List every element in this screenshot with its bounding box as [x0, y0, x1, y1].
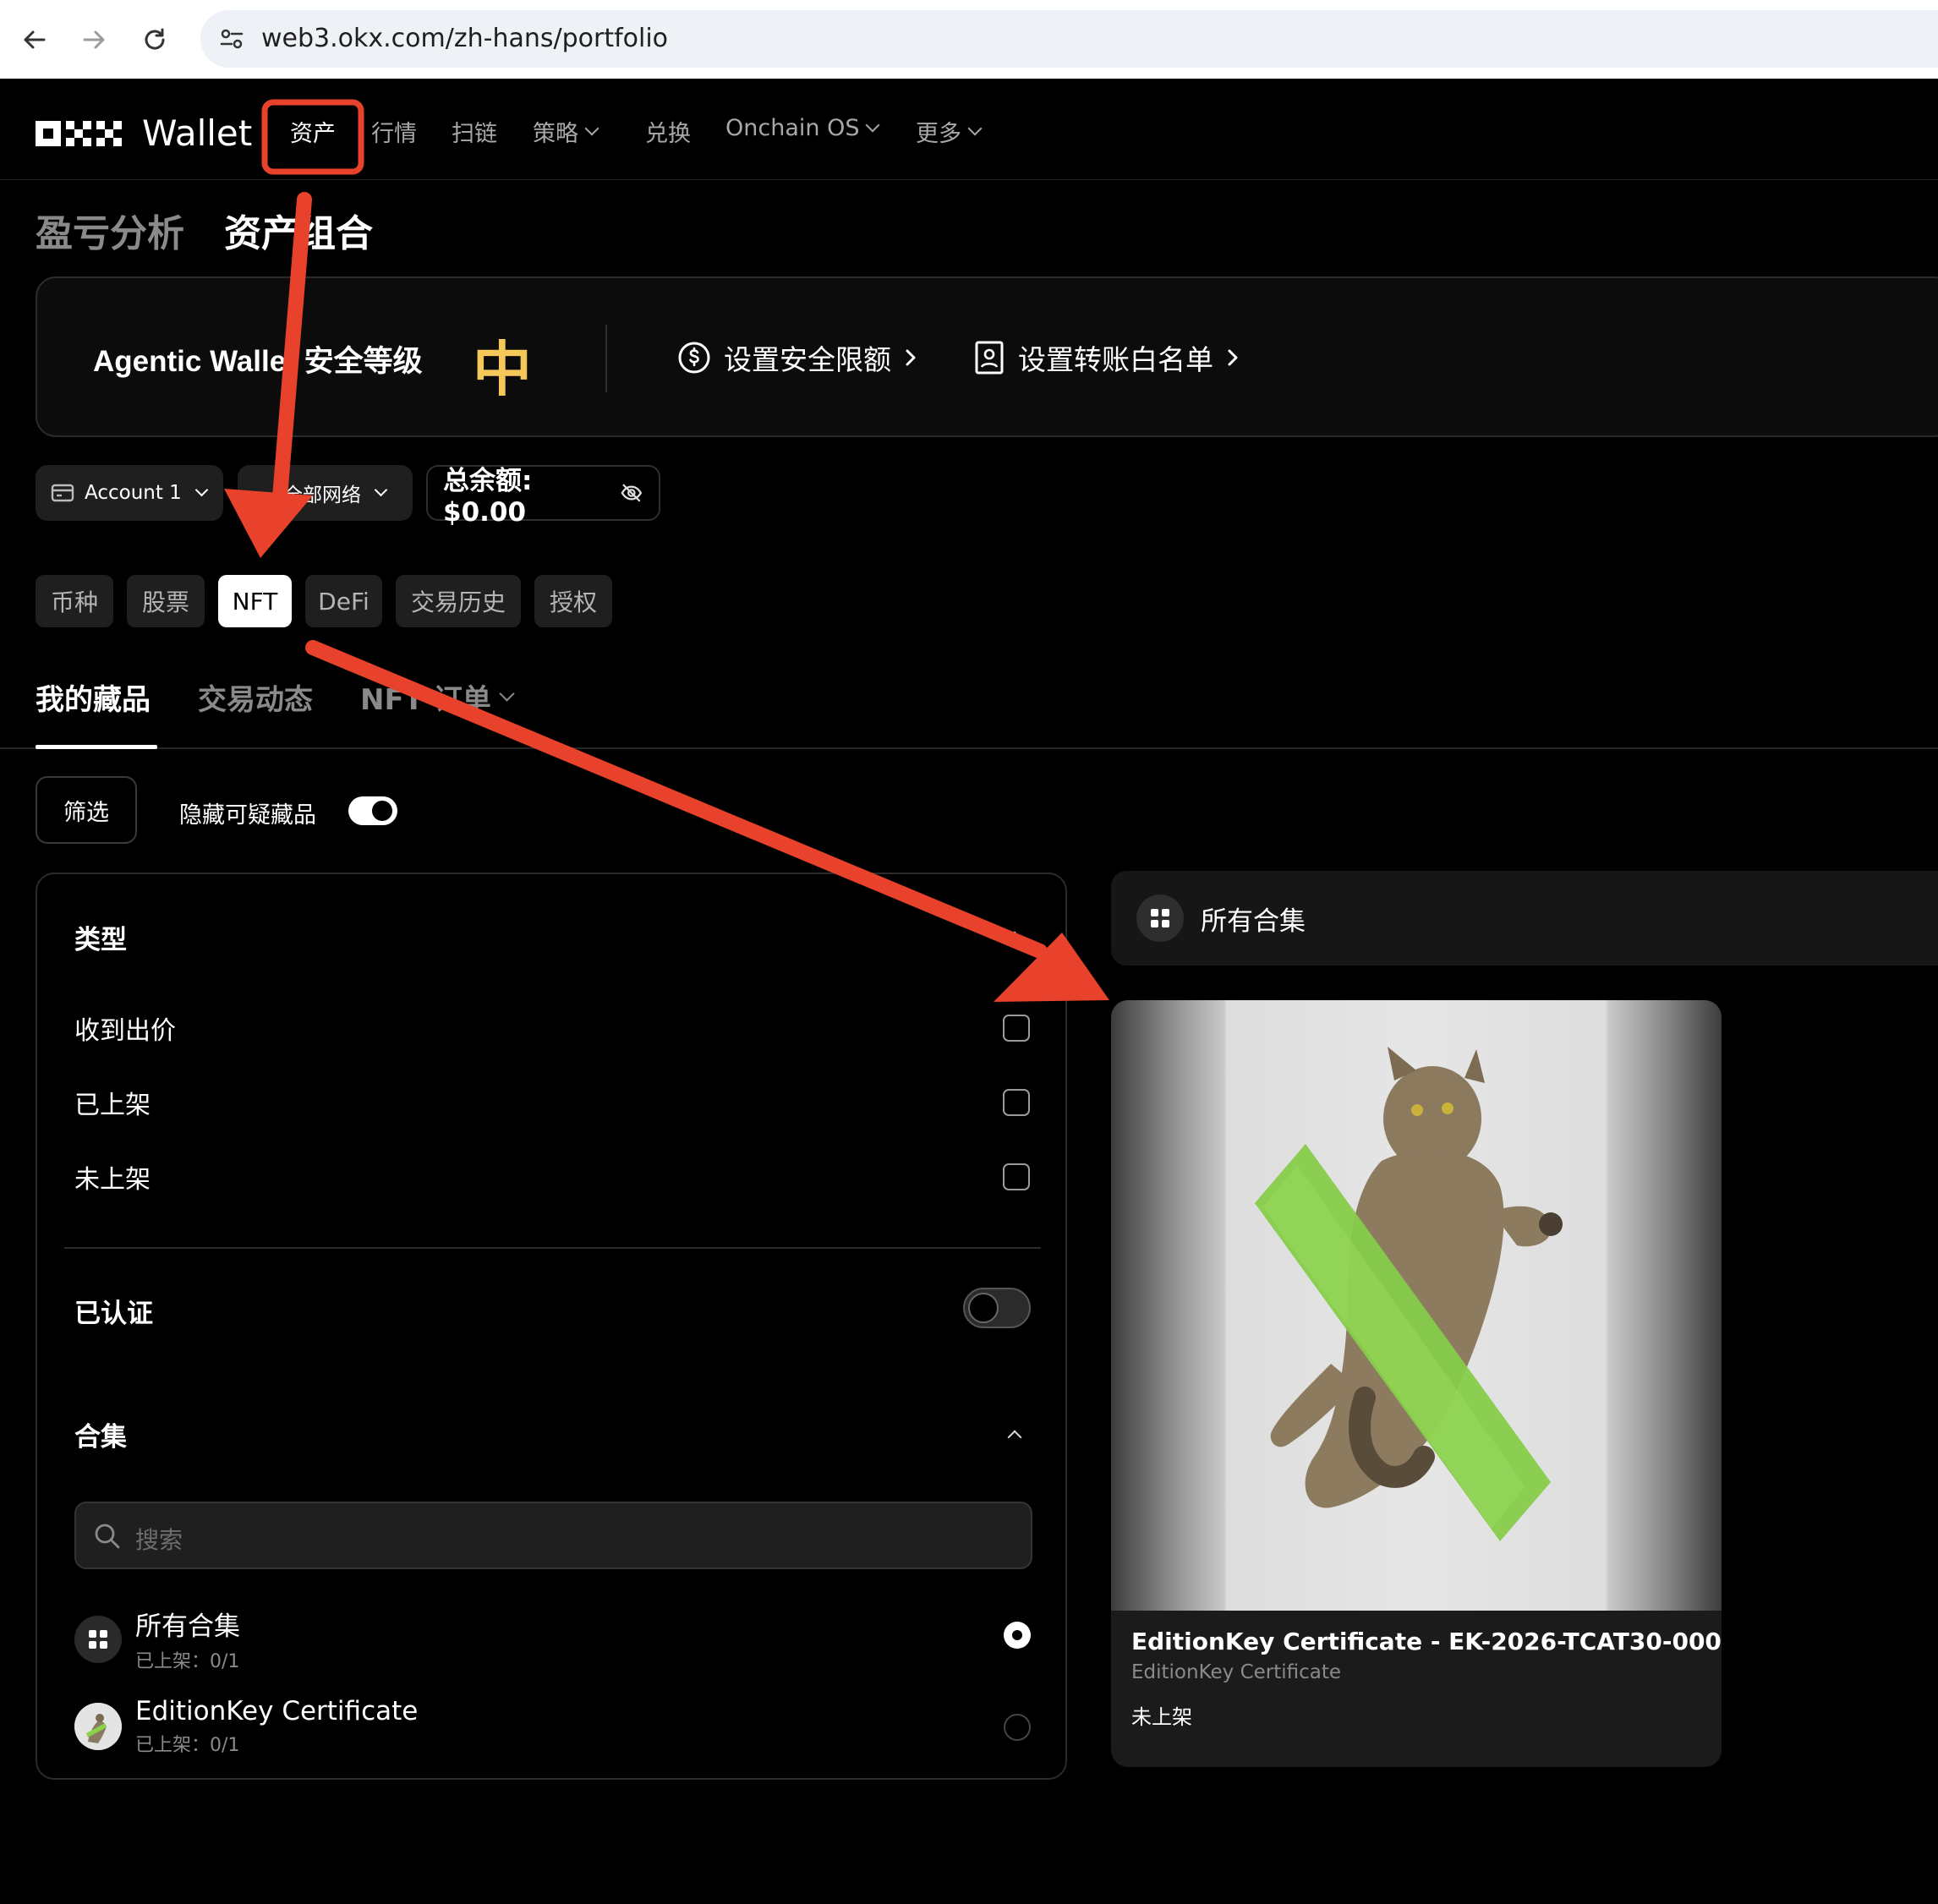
cat-taped-image — [1255, 1047, 1563, 1541]
url-text: web3.okx.com/zh-hans/portfolio — [261, 24, 669, 53]
nft-image — [1111, 1000, 1722, 1611]
site-settings-icon[interactable] — [217, 25, 246, 57]
forward-icon[interactable] — [74, 20, 113, 59]
wallet-icon — [51, 484, 74, 502]
hide-suspicious-label: 隐藏可疑藏品 — [179, 802, 316, 829]
tab-nft-orders[interactable]: NFT 订单 — [360, 676, 515, 718]
chevron-up-icon[interactable] — [1007, 931, 1022, 946]
offer-received-checkbox[interactable] — [1003, 1015, 1030, 1042]
back-icon[interactable] — [15, 20, 54, 59]
chevron-down-icon — [194, 483, 209, 496]
grid-icon — [1136, 895, 1184, 942]
security-label: Agentic Wallet 安全等级 — [93, 345, 423, 378]
all-collections-label: 所有合集 — [1201, 905, 1306, 937]
unlisted-checkbox[interactable] — [1003, 1163, 1030, 1190]
chevron-right-icon — [1228, 349, 1238, 366]
tab-history[interactable]: 交易历史 — [396, 575, 521, 627]
nav-onchain-os[interactable]: Onchain OS — [725, 115, 880, 141]
set-whitelist-button[interactable]: 设置转账白名单 — [972, 337, 1240, 378]
collection-name: 所有合集 — [135, 1611, 240, 1642]
verified-toggle[interactable] — [963, 1288, 1031, 1328]
chevron-down-icon — [865, 118, 880, 132]
dollar-shield-icon — [678, 342, 710, 374]
nft-collection: EditionKey Certificate — [1131, 1661, 1342, 1683]
security-level: 中 — [473, 335, 532, 404]
filter-panel: 类型 收到出价 已上架 未上架 已认证 合集 搜索 所有合集 已上架：0/1 E… — [36, 873, 1067, 1780]
collection-editionkey-radio[interactable] — [1004, 1714, 1031, 1741]
okx-logo[interactable]: Wallet — [36, 112, 252, 154]
nav-assets[interactable]: 资产 — [290, 115, 336, 148]
radio-dot — [1012, 1630, 1022, 1640]
filter-button[interactable]: 筛选 — [36, 776, 137, 844]
chevron-down-icon — [374, 483, 388, 496]
chevron-down-icon — [499, 686, 515, 702]
tab-stocks[interactable]: 股票 — [127, 575, 205, 627]
tab-activity[interactable]: 交易动态 — [198, 676, 313, 718]
collection-avatar — [74, 1703, 122, 1750]
section-divider — [64, 1247, 1041, 1249]
chevron-down-icon — [584, 121, 599, 135]
chevron-right-icon — [906, 349, 916, 366]
grid-icon — [74, 1615, 122, 1663]
browser-toolbar: web3.okx.com/zh-hans/portfolio — [0, 0, 1938, 79]
collection-all-radio[interactable] — [1004, 1622, 1031, 1649]
toggle-knob — [968, 1293, 999, 1323]
eye-off-icon[interactable] — [620, 482, 643, 504]
address-bar[interactable]: web3.okx.com/zh-hans/portfolio — [200, 10, 1938, 68]
security-card: Agentic Wallet 安全等级 中 设置安全限额 设置转账白名单 — [36, 276, 1938, 437]
set-limit-label: 设置安全限额 — [724, 343, 891, 376]
toggle-knob — [372, 801, 392, 821]
nft-status: 未上架 — [1131, 1705, 1192, 1729]
search-icon — [95, 1524, 120, 1549]
contact-book-icon — [975, 341, 1004, 375]
nft-card[interactable]: EditionKey Certificate - EK-2026-TCAT30-… — [1111, 1000, 1722, 1767]
collection-title: 合集 — [74, 1422, 127, 1453]
type-offer-received: 收到出价 — [74, 1016, 176, 1046]
tab-tokens[interactable]: 币种 — [36, 575, 113, 627]
all-collections-header: 所有合集 — [1111, 871, 1938, 966]
collection-listed-count: 已上架：0/1 — [135, 1651, 240, 1672]
network-selector[interactable]: 全部网络 — [238, 465, 413, 521]
set-whitelist-label: 设置转账白名单 — [1018, 343, 1213, 376]
type-listed: 已上架 — [74, 1091, 151, 1120]
reload-icon[interactable] — [135, 20, 174, 59]
divider — [605, 325, 607, 392]
network-label: 全部网络 — [283, 484, 361, 506]
collection-search-input[interactable]: 搜索 — [74, 1502, 1032, 1569]
tab-approvals[interactable]: 授权 — [534, 575, 612, 627]
active-tab-indicator — [36, 745, 157, 749]
set-limit-button[interactable]: 设置安全限额 — [676, 337, 918, 378]
tab-pnl-analysis[interactable]: 盈亏分析 — [36, 203, 184, 257]
tab-defi[interactable]: DeFi — [305, 575, 382, 627]
balance-label: 总余额: $0.00 — [443, 465, 533, 528]
nav-market[interactable]: 行情 — [371, 115, 417, 148]
okx-logo-icon — [36, 120, 122, 146]
total-balance: 总余额: $0.00 — [426, 465, 660, 528]
tab-my-collection[interactable]: 我的藏品 — [36, 676, 151, 718]
subtab-divider — [0, 747, 1938, 749]
listed-checkbox[interactable] — [1003, 1089, 1030, 1116]
brand-name: Wallet — [142, 112, 253, 154]
nft-title: EditionKey Certificate - EK-2026-TCAT30-… — [1131, 1628, 1722, 1655]
top-nav: Wallet 资产 行情 扫链 策略 兑换 Onchain OS 更多 — [0, 79, 1938, 180]
type-unlisted: 未上架 — [74, 1165, 151, 1195]
nav-strategy[interactable]: 策略 — [533, 115, 599, 148]
verified-label: 已认证 — [74, 1299, 153, 1329]
account-label: Account 1 — [85, 482, 182, 504]
nav-swap[interactable]: 兑换 — [645, 115, 691, 148]
collection-listed-count: 已上架：0/1 — [135, 1735, 240, 1756]
type-title: 类型 — [74, 925, 127, 955]
nav-more[interactable]: 更多 — [916, 115, 983, 148]
tab-portfolio[interactable]: 资产组合 — [224, 203, 373, 257]
nav-explorer[interactable]: 扫链 — [452, 115, 497, 148]
collection-name: EditionKey Certificate — [135, 1696, 419, 1726]
tab-nft[interactable]: NFT — [218, 575, 292, 627]
chevron-up-icon[interactable] — [1007, 1430, 1022, 1445]
collection-item-editionkey[interactable]: EditionKey Certificate 已上架：0/1 — [74, 1696, 418, 1757]
chevron-down-icon — [967, 121, 983, 135]
hide-suspicious-toggle[interactable] — [348, 796, 397, 825]
search-placeholder: 搜索 — [135, 1526, 183, 1554]
account-selector[interactable]: Account 1 — [36, 465, 223, 521]
collection-item-all[interactable]: 所有合集 已上架：0/1 — [74, 1605, 240, 1673]
